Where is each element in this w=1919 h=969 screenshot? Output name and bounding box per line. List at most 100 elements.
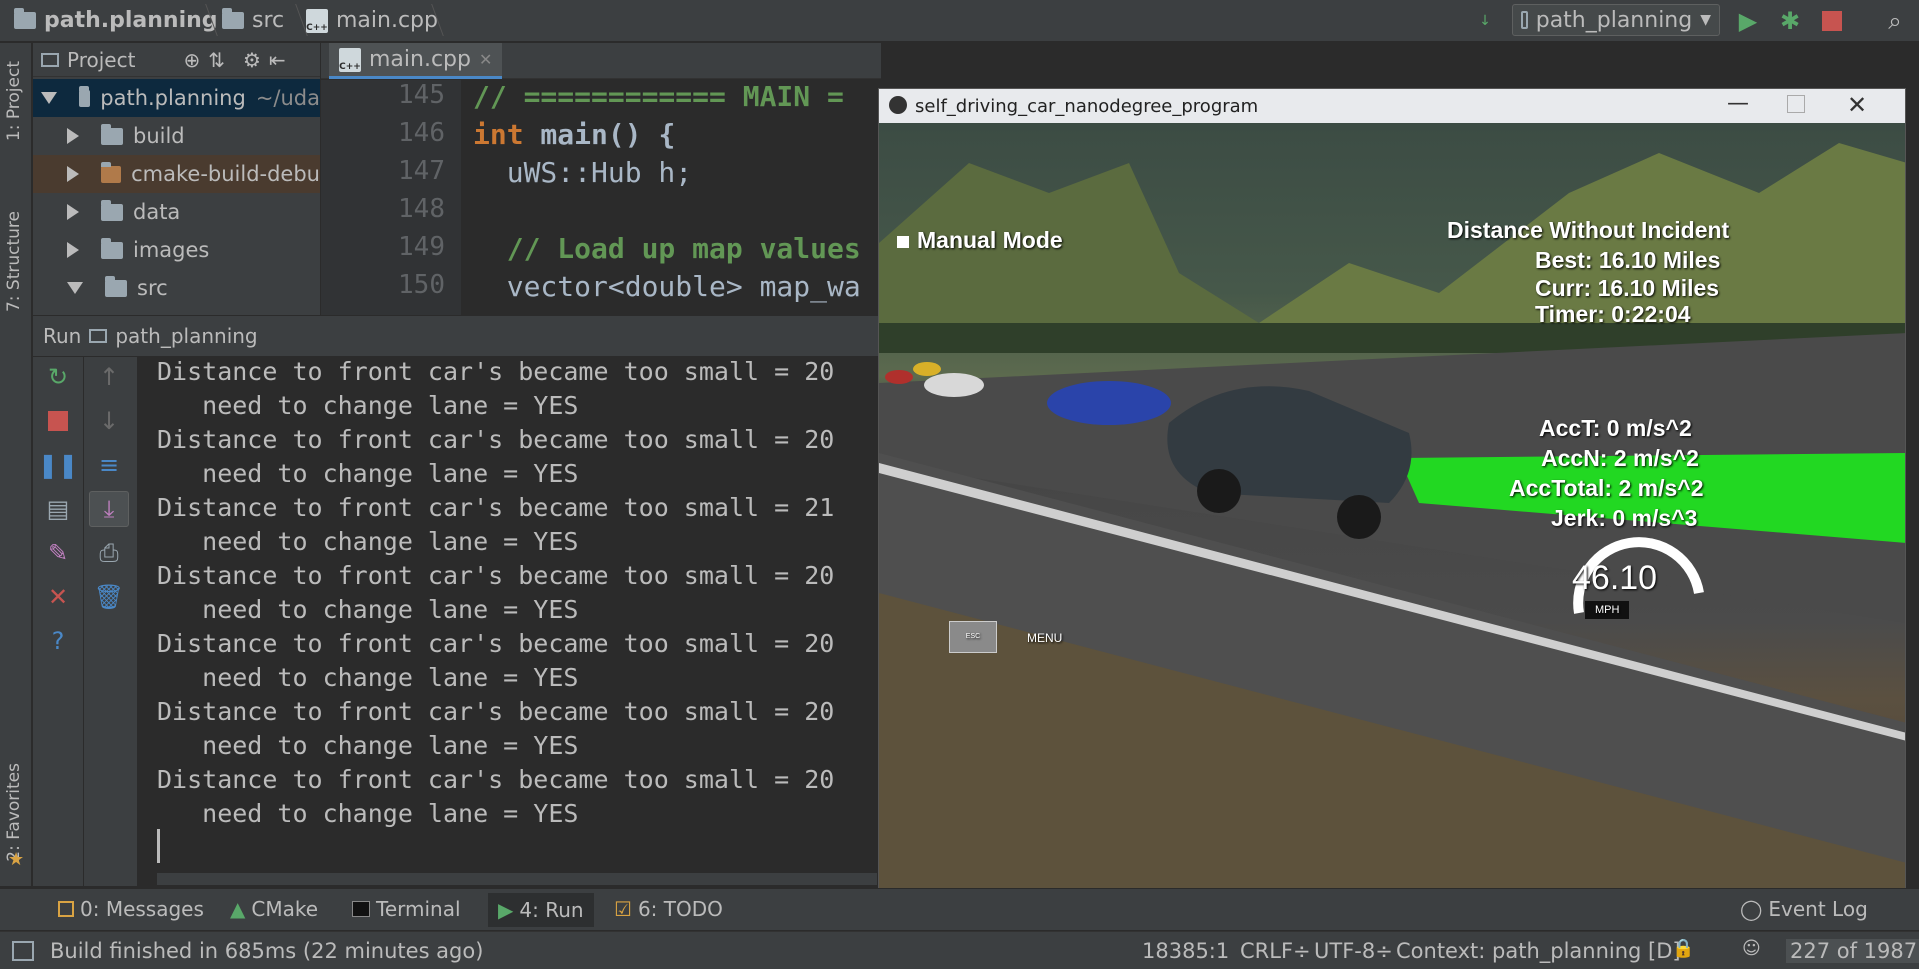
code-text: main() {	[523, 118, 676, 151]
tab-terminal[interactable]: Terminal	[352, 897, 461, 921]
run-icon[interactable]: ▶	[1733, 6, 1763, 36]
code-line: // Load up map values	[473, 232, 861, 265]
cmake-icon: ▲	[230, 897, 246, 921]
tree-item-src[interactable]: src	[33, 269, 320, 307]
run-config-select[interactable]: path_planning ▼	[1512, 4, 1720, 36]
search-icon[interactable]: ⌕	[1880, 6, 1910, 36]
debug-icon[interactable]: ✱	[1775, 6, 1805, 36]
tree-item-images[interactable]: images	[33, 231, 320, 269]
simulator-title-bar[interactable]: self_driving_car_nanodegree_program — ✕	[879, 89, 1905, 123]
menu-label: MENU	[1027, 631, 1063, 645]
hide-icon[interactable]: ⇤	[269, 48, 286, 72]
pause-icon[interactable]: ❚❚	[33, 447, 83, 483]
folder-icon	[105, 275, 127, 297]
context-switcher[interactable]: Context: path_planning [D]	[1396, 939, 1681, 963]
inspector-icon[interactable]: ☺	[1742, 938, 1761, 959]
memory-indicator[interactable]: 227 of 1987M	[1786, 939, 1919, 963]
console-line: Distance to front car's became too small…	[157, 697, 835, 726]
run-toolbar-secondary: ↑ ↓ ≡ ⤓ ⎙ 🗑	[84, 357, 138, 886]
tree-item-label: data	[133, 200, 181, 224]
event-log-icon: ◯	[1740, 897, 1763, 921]
tab-main-cpp[interactable]: C++ main.cpp ✕	[329, 43, 503, 79]
console-line: Distance to front car's became too small…	[157, 425, 835, 454]
stop-icon[interactable]	[1817, 6, 1847, 36]
left-tool-strip: 1: Project 7: Structure 2: Favorites ★	[0, 43, 32, 886]
file-encoding[interactable]: UTF-8÷	[1314, 939, 1393, 963]
console-output[interactable]: Distance to front car's became too small…	[139, 357, 881, 886]
text-caret	[157, 829, 160, 863]
tree-item-build[interactable]: build	[33, 117, 320, 155]
close-icon[interactable]: ✕	[33, 579, 83, 615]
tab-label: Event Log	[1768, 897, 1868, 921]
breadcrumb-project[interactable]: path.planning	[14, 8, 218, 33]
folder-icon	[222, 8, 244, 29]
tree-item-label: cmake-build-debu	[131, 162, 320, 186]
help-icon[interactable]: ?	[33, 623, 83, 659]
status-bar: Build finished in 685ms (22 minutes ago)…	[0, 931, 1919, 969]
expand-icon	[41, 92, 57, 104]
toggle-tool-windows-icon[interactable]	[12, 941, 34, 961]
line-number: 145	[398, 80, 445, 110]
console-line: need to change lane = YES	[157, 459, 579, 488]
mode-indicator[interactable]: Manual Mode	[897, 227, 1063, 254]
breadcrumb-src[interactable]: src	[222, 8, 284, 33]
editor-tab-bar: C++ main.cpp ✕	[321, 43, 881, 79]
tab-favorites[interactable]: 2: Favorites	[4, 763, 24, 862]
code-line: vector<double> map_wa	[473, 270, 861, 303]
stop-icon[interactable]	[33, 403, 83, 439]
trash-icon[interactable]: 🗑	[84, 579, 134, 615]
tab-label: 6: TODO	[637, 897, 723, 921]
pin-icon[interactable]: ✎	[33, 535, 83, 571]
horizontal-scrollbar[interactable]	[157, 873, 877, 885]
collapse-arrow-icon	[67, 204, 79, 220]
close-icon[interactable]: ✕	[1847, 91, 1867, 119]
config-icon	[1521, 11, 1528, 29]
gear-icon[interactable]: ⚙	[243, 48, 261, 72]
tab-messages[interactable]: 0: Messages	[58, 897, 204, 921]
navigation-bar: path.planning src C++ main.cpp ↓ path_pl…	[0, 0, 1919, 42]
simulator-title: self_driving_car_nanodegree_program	[915, 95, 1259, 117]
console-line: need to change lane = YES	[157, 799, 579, 828]
tree-item-label: build	[133, 124, 185, 148]
collapse-icon[interactable]: ⇅	[208, 48, 225, 72]
layout-icon[interactable]: ▤	[33, 491, 83, 527]
print-icon[interactable]: ⎙	[84, 535, 134, 571]
run-config-label: path_planning	[1535, 7, 1693, 33]
tree-item-label: path.planning	[100, 86, 246, 110]
tree-item-cmake-build[interactable]: cmake-build-debu	[33, 155, 320, 193]
simulator-scene: Manual Mode Distance Without Incident Be…	[879, 123, 1905, 889]
arrow-up-icon[interactable]: ↑	[84, 359, 134, 395]
minimize-icon[interactable]: —	[1727, 91, 1749, 116]
soft-wrap-icon[interactable]: ≡	[84, 447, 134, 483]
maximize-icon[interactable]	[1787, 95, 1805, 113]
caret-position[interactable]: 18385:1	[1142, 939, 1229, 963]
tab-run[interactable]: ▶ 4: Run	[488, 893, 594, 927]
locate-icon[interactable]: ⊕	[183, 48, 200, 72]
lock-icon[interactable]: 🔒	[1672, 938, 1694, 959]
tool-window-bar: 0: Messages ▲ CMake Terminal ▶ 4: Run ☑ 6: …	[0, 888, 1919, 930]
tree-item-data[interactable]: data	[33, 193, 320, 231]
line-separator[interactable]: CRLF÷	[1240, 939, 1311, 963]
line-number: 147	[398, 156, 445, 186]
arrow-down-icon[interactable]: ↓	[84, 403, 134, 439]
tab-event-log[interactable]: ◯ Event Log	[1740, 897, 1868, 921]
acc-total: AccTotal: 2 m/s^2	[1509, 475, 1704, 501]
breadcrumb-file[interactable]: C++ main.cpp	[306, 8, 438, 33]
rerun-icon[interactable]: ↻	[33, 359, 83, 395]
code-editor[interactable]: // ============ MAIN = int main() { uWS:…	[461, 80, 881, 315]
close-icon[interactable]: ✕	[479, 50, 492, 69]
tab-todo[interactable]: ☑ 6: TODO	[614, 897, 723, 921]
cpp-file-icon: C++	[339, 47, 361, 72]
binary-icon[interactable]: ↓	[1470, 6, 1500, 36]
scroll-to-end-icon[interactable]: ⤓	[89, 491, 129, 527]
tree-item-label: images	[133, 238, 210, 262]
star-icon: ★	[8, 849, 25, 870]
tab-structure[interactable]: 7: Structure	[4, 211, 24, 312]
tree-item-path-planning[interactable]: path.planning ~/uda	[33, 79, 320, 117]
project-panel-title[interactable]: Project	[67, 48, 135, 72]
esc-key-button[interactable]: ESC	[949, 621, 997, 653]
tab-project[interactable]: 1: Project	[4, 61, 24, 141]
run-config-tab[interactable]: path_planning	[115, 324, 257, 348]
tab-cmake[interactable]: ▲ CMake	[230, 897, 318, 921]
breadcrumb-label: path.planning	[44, 8, 218, 33]
